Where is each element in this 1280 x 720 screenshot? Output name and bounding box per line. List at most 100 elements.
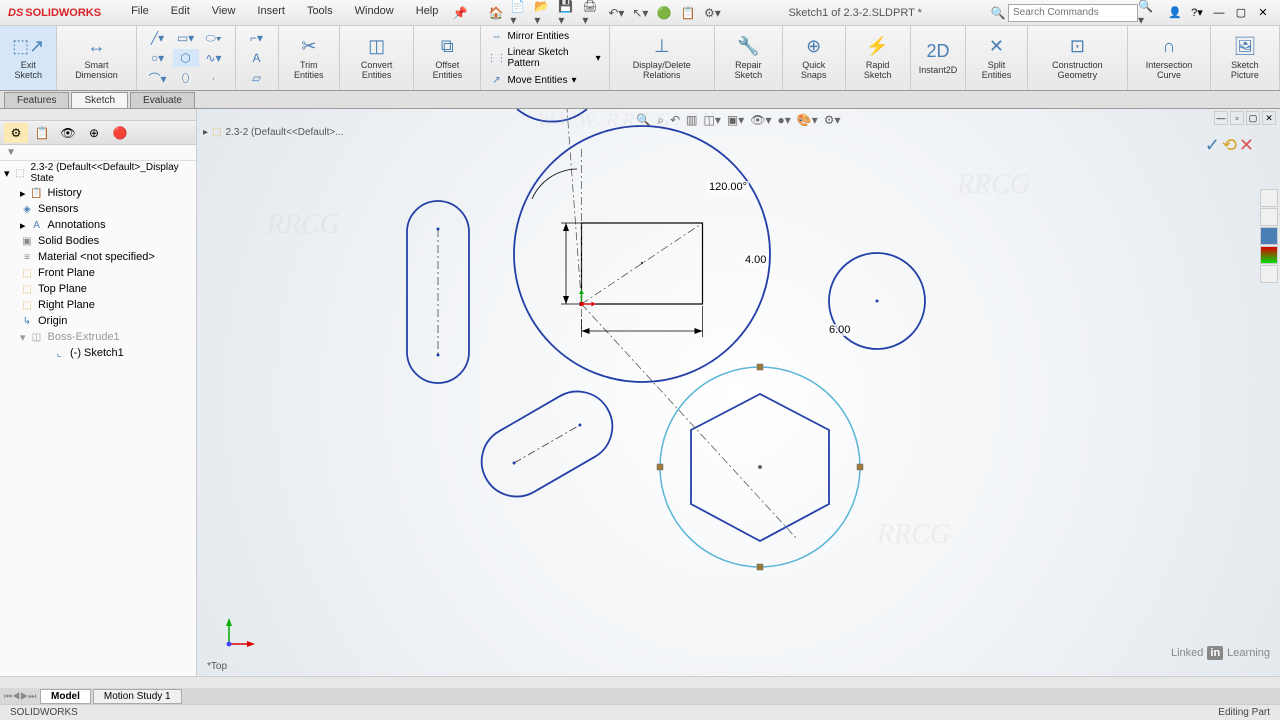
- text-tool-icon[interactable]: A: [244, 49, 270, 67]
- rebuild-icon[interactable]: 🟢: [654, 3, 674, 23]
- exit-sketch-button[interactable]: ⬚↗ Exit Sketch: [6, 33, 50, 83]
- intersection-button[interactable]: ∩ Intersection Curve: [1134, 33, 1204, 83]
- tree-item-sketch1[interactable]: ⌞(-) Sketch1: [0, 345, 196, 361]
- slot-tool-icon[interactable]: ⬭▾: [201, 29, 227, 47]
- tab-model[interactable]: Model: [40, 689, 91, 704]
- options-icon[interactable]: 📋: [678, 3, 698, 23]
- ellipse-tool-icon[interactable]: ⬯: [173, 69, 199, 87]
- tree-target-icon[interactable]: ⊕: [82, 123, 106, 143]
- offset-entities-button[interactable]: ⧉ Offset Entities: [420, 33, 474, 83]
- user-icon[interactable]: 👤: [1166, 4, 1184, 22]
- tree-item-boss-extrude[interactable]: ▾◫Boss-Extrude1: [0, 329, 196, 345]
- picture-label: Sketch Picture: [1219, 61, 1271, 81]
- menu-tools[interactable]: Tools: [297, 3, 343, 23]
- tree-item-origin[interactable]: ↳Origin: [0, 313, 196, 329]
- intersection-icon: ∩: [1155, 35, 1183, 59]
- menu-insert[interactable]: Insert: [247, 3, 295, 23]
- menu-file[interactable]: File: [121, 3, 159, 23]
- tree-item-front-plane[interactable]: ⬚Front Plane: [0, 265, 196, 281]
- undo-icon[interactable]: ↶▾: [606, 3, 626, 23]
- plane-tool-icon[interactable]: ▱: [244, 69, 270, 87]
- close-icon[interactable]: ✕: [1254, 4, 1272, 22]
- search-submit-icon[interactable]: 🔍▾: [1138, 3, 1158, 23]
- horizontal-scrollbar[interactable]: [0, 676, 1280, 688]
- mirror-entities-button[interactable]: ⇔Mirror Entities: [487, 28, 602, 44]
- display-delete-button[interactable]: ⊥ Display/Delete Relations: [616, 33, 708, 83]
- save-icon[interactable]: 💾▾: [558, 3, 578, 23]
- instant2d-label: Instant2D: [919, 66, 958, 76]
- convert-entities-button[interactable]: ◫ Convert Entities: [346, 33, 407, 83]
- smart-dimension-label: Smart Dimension: [65, 61, 127, 81]
- maximize-icon[interactable]: ▢: [1232, 4, 1250, 22]
- tab-features[interactable]: Features: [4, 92, 69, 108]
- help-icon[interactable]: ?▾: [1188, 4, 1206, 22]
- construction-label: Construction Geometry: [1036, 61, 1119, 81]
- sketch-tools-grid: ╱▾ ▭▾ ⬭▾ ○▾ ⬡ ∿▾ ⌒▾ ⬯ ·: [143, 27, 229, 89]
- move-entities-button[interactable]: ↗Move Entities▾: [487, 72, 602, 88]
- line-tool-icon[interactable]: ╱▾: [145, 29, 171, 47]
- home-icon[interactable]: 🏠: [486, 3, 506, 23]
- quick-snaps-button[interactable]: ⊕ Quick Snaps: [789, 33, 839, 83]
- offset-icon: ⧉: [433, 35, 461, 59]
- rectangle-tool-icon[interactable]: ▭▾: [173, 29, 199, 47]
- mirror-icon: ⇔: [489, 29, 503, 43]
- menu-window[interactable]: Window: [345, 3, 404, 23]
- construction-button[interactable]: ⊡ Construction Geometry: [1034, 33, 1121, 83]
- split-entities-button[interactable]: ✕ Split Entities: [972, 33, 1020, 83]
- tree-item-solid-bodies[interactable]: ▣Solid Bodies: [0, 233, 196, 249]
- tree-appearance-icon[interactable]: 🔴: [108, 123, 132, 143]
- tab-sketch[interactable]: Sketch: [71, 92, 128, 108]
- point-tool-icon[interactable]: ·: [201, 69, 227, 87]
- rapid-sketch-button[interactable]: ⚡ Rapid Sketch: [852, 33, 904, 83]
- tree-root-label: 2.3-2 (Default<<Default>_Display State: [31, 162, 193, 184]
- tree-item-right-plane[interactable]: ⬚Right Plane: [0, 297, 196, 313]
- relations-icon: ⊥: [648, 35, 676, 59]
- tab-motion-study[interactable]: Motion Study 1: [93, 689, 182, 704]
- search-icon[interactable]: 🔍: [988, 3, 1008, 23]
- smart-dimension-button[interactable]: ↔ Smart Dimension: [63, 33, 129, 83]
- tree-item-material[interactable]: ≡Material <not specified>: [0, 249, 196, 265]
- new-icon[interactable]: 📄▾: [510, 3, 530, 23]
- linear-pattern-button[interactable]: ⋮⋮Linear Sketch Pattern▾: [487, 46, 602, 70]
- tree-display-icon[interactable]: 📋: [30, 123, 54, 143]
- graphics-viewport[interactable]: 🔍 ⌕ ↶ ▥ ◫▾ ▣▾ 👁▾ ●▾ 🎨▾ ⚙▾ — ▫ ▢ ✕ ✓ ⟲ ✕ …: [197, 109, 1280, 684]
- tree-root[interactable]: ▾⬚ 2.3-2 (Default<<Default>_Display Stat…: [0, 161, 196, 185]
- convert-icon: ◫: [363, 35, 391, 59]
- instant2d-button[interactable]: 2D Instant2D: [917, 38, 960, 78]
- print-icon[interactable]: 🖨▾: [582, 3, 602, 23]
- tree-item-sensors[interactable]: ◈Sensors: [0, 201, 196, 217]
- tab-evaluate[interactable]: Evaluate: [130, 92, 195, 108]
- main-menu: File Edit View Insert Tools Window Help …: [121, 3, 470, 23]
- repair-sketch-button[interactable]: 🔧 Repair Sketch: [721, 33, 776, 83]
- menu-edit[interactable]: Edit: [161, 3, 200, 23]
- angle-dimension[interactable]: 120.00°: [707, 181, 749, 193]
- width-dimension[interactable]: 6.00: [827, 324, 852, 336]
- search-input[interactable]: [1008, 4, 1138, 22]
- arc-tool-icon[interactable]: ⌒▾: [145, 69, 171, 87]
- polygon-tool-icon[interactable]: ⬡: [173, 49, 199, 67]
- tree-filter-icon[interactable]: ▼: [0, 145, 196, 161]
- spline-tool-icon[interactable]: ∿▾: [201, 49, 227, 67]
- sketch-canvas[interactable]: [197, 109, 1280, 684]
- tree-item-top-plane[interactable]: ⬚Top Plane: [0, 281, 196, 297]
- pin-icon[interactable]: 📌: [450, 3, 470, 23]
- trim-icon: ✂: [295, 35, 323, 59]
- menu-view[interactable]: View: [202, 3, 246, 23]
- tree-config-icon[interactable]: ⚙: [4, 123, 28, 143]
- tree-item-history[interactable]: ▸📋History: [0, 185, 196, 201]
- circle-tool-icon[interactable]: ○▾: [145, 49, 171, 67]
- menu-help[interactable]: Help: [406, 3, 449, 23]
- minimize-icon[interactable]: —: [1210, 4, 1228, 22]
- height-dimension[interactable]: 4.00: [743, 254, 768, 266]
- tree-hide-icon[interactable]: 👁: [56, 123, 80, 143]
- tree-item-annotations[interactable]: ▸AAnnotations: [0, 217, 196, 233]
- settings-icon[interactable]: ⚙▾: [702, 3, 722, 23]
- select-icon[interactable]: ↖▾: [630, 3, 650, 23]
- pattern-icon: ⋮⋮: [489, 51, 503, 65]
- orientation-triad[interactable]: [219, 614, 259, 654]
- status-right: Editing Part: [1218, 707, 1270, 718]
- open-icon[interactable]: 📂▾: [534, 3, 554, 23]
- fillet-tool-icon[interactable]: ⌐▾: [244, 29, 270, 47]
- trim-entities-button[interactable]: ✂ Trim Entities: [285, 33, 334, 83]
- sketch-picture-button[interactable]: 🖼 Sketch Picture: [1217, 33, 1273, 83]
